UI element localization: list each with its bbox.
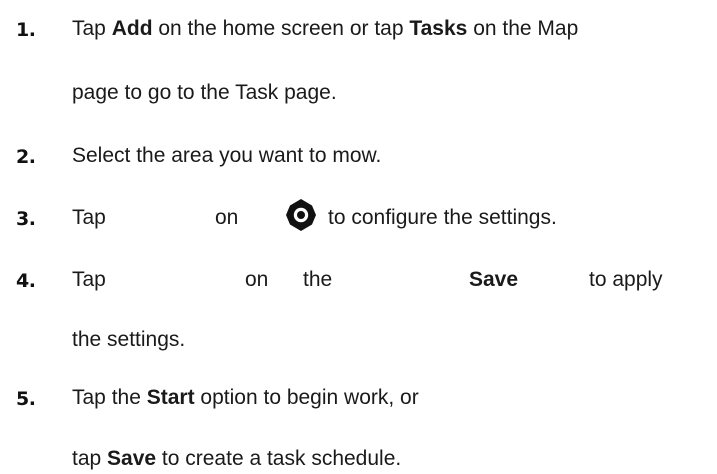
step-number: 3. [16,208,36,230]
step-text-continued: tap Save to create a task schedule. [72,447,402,470]
step-text-continued: the settings. [72,328,186,351]
step-text: Tap the Start option to begin work, or [72,386,419,409]
step-number: 1. [16,19,36,41]
step-number: 4. [16,270,36,292]
step-text-on: on [215,206,239,229]
save-label: Save [107,447,157,470]
step-number: 5. [16,388,36,410]
step-text-the: the [303,268,333,291]
save-label: Save [469,268,519,291]
start-label: Start [146,386,195,409]
instruction-steps: 1. Tap Add on the home screen or tap Tas… [0,0,717,474]
step-text: Tap Add on the home screen or tap Tasks … [72,17,579,40]
step-text-on: on [245,268,269,291]
step-text-continued: page to go to the Task page. [72,81,337,104]
step-text-tap: Tap [72,268,106,291]
tasks-label: Tasks [409,17,468,40]
step-number: 2. [16,146,36,168]
step-text: Select the area you want to mow. [72,144,382,167]
add-label: Add [111,17,153,40]
step-text-tap: Tap [72,206,106,229]
gear-icon [286,199,316,231]
step-text-apply: to apply [589,268,663,291]
step-text-rest: to configure the settings. [328,206,557,229]
